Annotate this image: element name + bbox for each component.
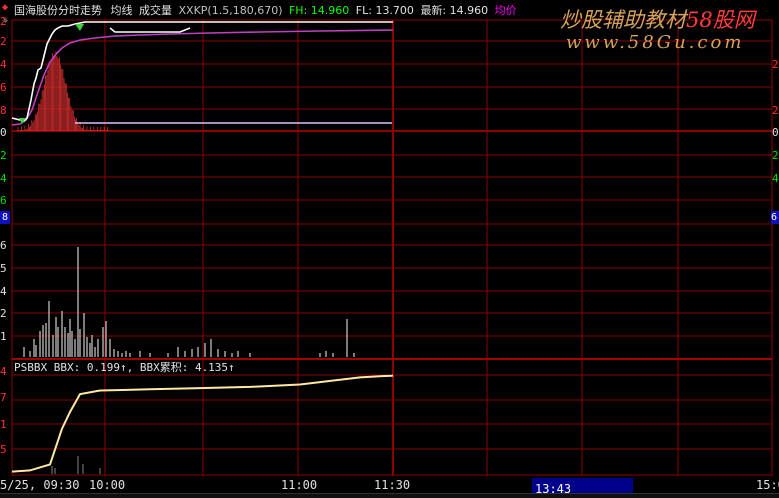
chart-grid (11, 19, 773, 476)
volume-axis-1: 6 (0, 239, 7, 252)
watermark-title: 炒股辅助教材58股网 (560, 4, 755, 34)
price-axis-left-1: 2 (0, 15, 7, 28)
fh-value: FH: 14.960 (288, 4, 350, 17)
volume-label[interactable]: 成交量 (139, 4, 172, 17)
volume-axis-2: 5 (0, 262, 7, 275)
bbx-axis-1: 4 (0, 365, 7, 378)
tick-histogram (17, 51, 392, 131)
lower-axis-left-2: 4 (0, 172, 7, 185)
sell-marker-icon (75, 24, 84, 31)
price-axis-right-1: 2 (772, 58, 779, 71)
price-axis-left-2: 2 (0, 35, 7, 48)
header-bar: 国海股份分时走势 均线 成交量 XXKP(1.5,180,670) FH: 14… (14, 3, 517, 19)
cursor-time-bar: 13:43 (532, 478, 633, 496)
indicator-formula: XXKP(1.5,180,670) (178, 4, 283, 17)
cursor-price-tag-right: 6 (771, 211, 779, 224)
time-axis-date: 5/25, 09:30 (0, 478, 80, 492)
price-axis-left-5: 8 (0, 104, 7, 117)
status-strip (0, 493, 779, 498)
watermark-text-b: 58股网 (686, 8, 755, 32)
time-axis-1130: 11:30 (374, 478, 411, 492)
price-axis-left-3: 4 (0, 58, 7, 71)
stock-title: 国海股份分时走势 (14, 4, 102, 17)
price-top-segment (109, 27, 191, 33)
price-axis-right-3: 0 (772, 126, 779, 139)
avg-price-tail: 均价 (494, 4, 517, 17)
bbx-indicator-label: PSBBX BBX: 0.199↑, BBX累积: 4.135↑ (14, 361, 235, 374)
volume-axis-3: 4 (0, 285, 7, 298)
bbx-axis-4: 5 (0, 443, 7, 456)
avg-label[interactable]: 均线 (111, 4, 133, 17)
intraday-chart[interactable] (0, 0, 779, 497)
bbx-axis-3: 1 (0, 418, 7, 431)
fl-value: FL: 13.700 (355, 4, 414, 17)
bbx-axis-2: 7 (0, 391, 7, 404)
time-axis-1000: 10:00 (89, 478, 126, 492)
price-axis-left-4: 6 (0, 81, 7, 94)
latest-value: 最新: 14.960 (420, 4, 489, 17)
lower-axis-left-3: 6 (0, 194, 7, 207)
volume-bars (23, 27, 355, 357)
cursor-price-tag-left: 8 (0, 211, 10, 224)
time-axis-1100: 11:00 (281, 478, 318, 492)
lower-axis-left-1: 2 (0, 149, 7, 162)
lower-axis-right-1: 2 (772, 149, 779, 162)
time-axis-1500: 15:0 (756, 478, 779, 492)
price-axis-left-6: 0 (0, 126, 7, 139)
watermark-url: www.58Gu.com (566, 32, 745, 53)
refresh-icon[interactable]: ◆ (2, 3, 12, 13)
watermark-text-a: 炒股辅助教材 (560, 8, 686, 32)
lower-axis-right-2: 4 (772, 172, 779, 185)
price-axis-right-2: 2 (772, 104, 779, 117)
volume-axis-5: 1 (0, 330, 7, 343)
volume-axis-4: 2 (0, 307, 7, 320)
